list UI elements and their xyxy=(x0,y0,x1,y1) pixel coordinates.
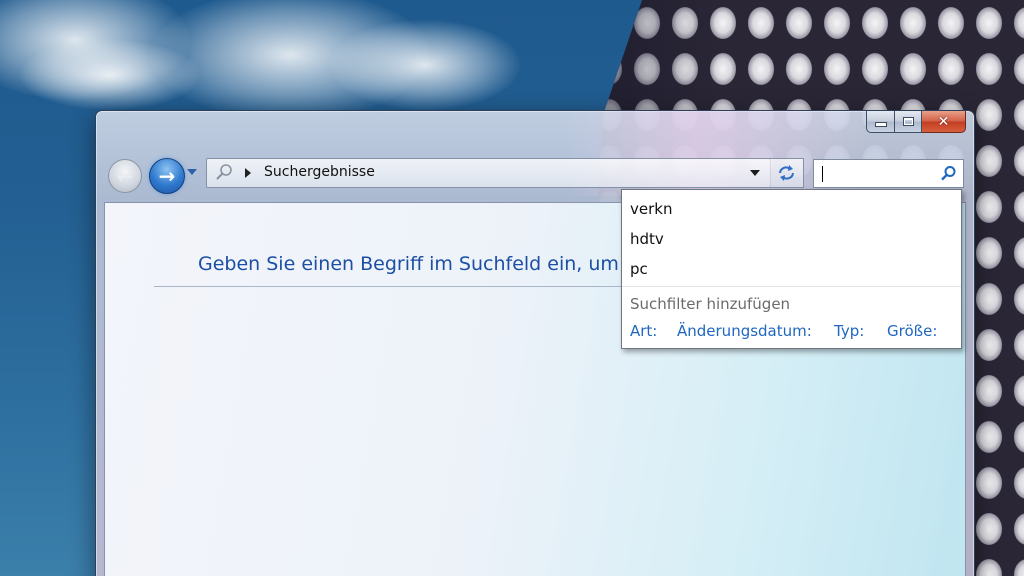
search-box[interactable] xyxy=(813,159,964,188)
search-suggestions-dropdown: verkn hdtv pc Suchfilter hinzufügen Art:… xyxy=(621,189,962,349)
forward-arrow-icon: → xyxy=(158,164,176,188)
filter-kind-link[interactable]: Art: xyxy=(630,322,657,340)
maximize-icon xyxy=(902,117,914,126)
filter-type-link[interactable]: Typ: xyxy=(834,322,864,340)
forward-button[interactable]: → xyxy=(149,158,185,194)
suggestion-text: verkn xyxy=(630,200,673,218)
minimize-button[interactable] xyxy=(866,111,895,133)
recent-pages-dropdown[interactable] xyxy=(187,169,197,175)
hint-divider xyxy=(154,286,674,287)
cloud xyxy=(330,20,520,110)
filter-size-link[interactable]: Größe: xyxy=(887,322,937,340)
search-results-icon xyxy=(216,164,232,180)
suggestion-item[interactable]: hdtv xyxy=(622,224,961,254)
close-icon: ✕ xyxy=(937,113,950,130)
close-button[interactable]: ✕ xyxy=(922,111,966,133)
desktop: ✕ ← → Suchergebnisse Geben Sie einen Beg… xyxy=(0,0,1024,576)
suggestion-text: hdtv xyxy=(630,230,664,248)
minimize-icon xyxy=(874,122,887,127)
caption-buttons: ✕ xyxy=(866,111,966,133)
maximize-button[interactable] xyxy=(895,111,922,133)
address-dropdown-button[interactable] xyxy=(750,170,760,176)
address-bar[interactable]: Suchergebnisse xyxy=(206,158,771,188)
refresh-icon xyxy=(779,165,794,181)
suggestion-item[interactable]: verkn xyxy=(622,194,961,224)
suggestion-text: pc xyxy=(630,260,648,278)
filter-date-modified-link[interactable]: Änderungsdatum: xyxy=(677,322,812,340)
suggestion-item[interactable]: pc xyxy=(622,254,961,284)
search-input[interactable] xyxy=(818,163,937,183)
cloud xyxy=(20,40,200,110)
breadcrumb-chevron-icon[interactable] xyxy=(245,168,251,178)
search-icon[interactable] xyxy=(940,165,957,182)
search-hint: Geben Sie einen Begriff im Suchfeld ein,… xyxy=(198,253,619,275)
text-caret xyxy=(822,166,823,182)
suggestion-divider xyxy=(622,286,961,287)
filter-heading: Suchfilter hinzufügen xyxy=(630,295,791,313)
breadcrumb-location[interactable]: Suchergebnisse xyxy=(264,164,375,180)
back-button[interactable]: ← xyxy=(108,159,142,193)
back-arrow-icon: ← xyxy=(116,164,134,188)
refresh-button[interactable] xyxy=(770,158,804,188)
